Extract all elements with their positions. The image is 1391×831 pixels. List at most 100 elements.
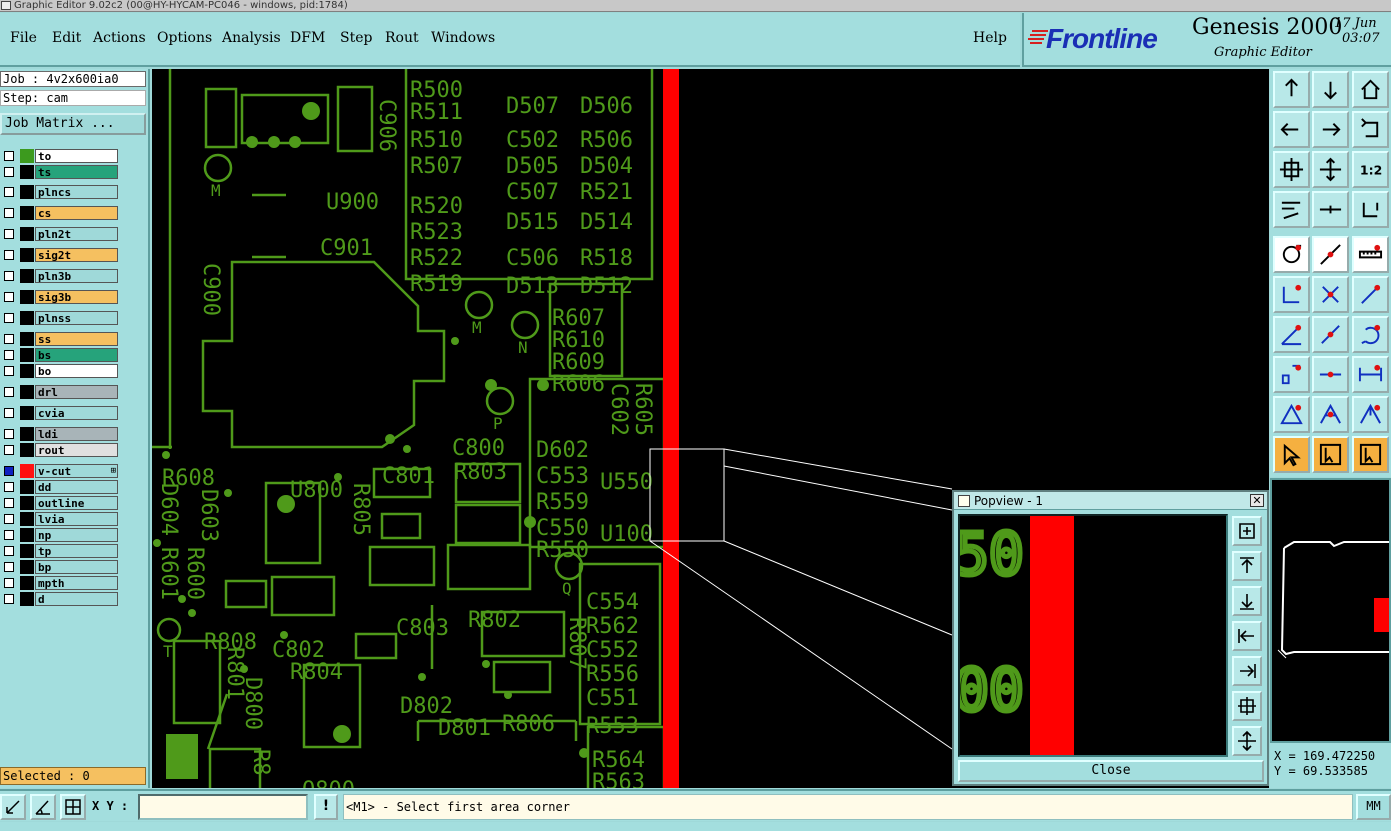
layer-checkbox[interactable] — [4, 187, 14, 197]
layer-row-mpth[interactable]: mpth — [2, 576, 118, 590]
layer-checkbox[interactable] — [4, 271, 14, 281]
layer-row-tp[interactable]: tp — [2, 544, 118, 558]
menu-file[interactable]: File — [10, 30, 37, 46]
layer-color-swatch[interactable] — [20, 185, 34, 199]
layer-color-swatch[interactable] — [20, 332, 34, 346]
layer-expand-icon[interactable]: ⊞ — [111, 466, 116, 476]
layer-row-cvia[interactable]: cvia — [2, 406, 118, 420]
layer-color-swatch[interactable] — [20, 227, 34, 241]
layer-checkbox[interactable] — [4, 151, 14, 161]
layer-checkbox[interactable] — [4, 250, 14, 260]
layer-row-drl[interactable]: drl — [2, 385, 118, 399]
layer-name[interactable]: bo — [35, 364, 118, 378]
layer-name[interactable]: dd — [35, 480, 118, 494]
menu-rout[interactable]: Rout — [385, 30, 419, 46]
layer-name[interactable]: mpth — [35, 576, 118, 590]
layer-color-swatch[interactable] — [20, 206, 34, 220]
undo-zoom-button[interactable] — [1352, 111, 1389, 148]
zoom-home-button[interactable] — [1312, 151, 1349, 188]
layer-name[interactable]: plncs — [35, 185, 118, 199]
layer-name[interactable]: bs — [35, 348, 118, 362]
layer-row-v-cut[interactable]: v-cut ⊞ — [2, 464, 118, 478]
menu-actions[interactable]: Actions — [93, 30, 146, 46]
layer-color-swatch[interactable] — [20, 480, 34, 494]
layer-name[interactable]: d — [35, 592, 118, 606]
layer-name[interactable]: outline — [35, 496, 118, 510]
layer-color-swatch[interactable] — [20, 528, 34, 542]
layer-row-bp[interactable]: bp — [2, 560, 118, 574]
pop-pan-down-button[interactable] — [1232, 586, 1262, 616]
layer-name[interactable]: sig3b — [35, 290, 118, 304]
layer-row-to[interactable]: to — [2, 149, 118, 163]
pop-zoom-home-button[interactable] — [1232, 726, 1262, 756]
triangle-corner-button[interactable] — [1352, 396, 1389, 433]
layer-checkbox[interactable] — [4, 334, 14, 344]
layer-name[interactable]: cvia — [35, 406, 118, 420]
snap-mode-button[interactable] — [0, 794, 26, 820]
layer-name[interactable]: ss — [35, 332, 118, 346]
layer-row-outline[interactable]: outline — [2, 496, 118, 510]
draw-line-button[interactable] — [1312, 236, 1349, 273]
layer-color-swatch[interactable] — [20, 269, 34, 283]
layer-row-sig2t[interactable]: sig2t — [2, 248, 118, 262]
layer-row-plncs[interactable]: plncs — [2, 185, 118, 199]
menu-help[interactable]: Help — [973, 30, 1007, 46]
pan-right-button[interactable] — [1312, 111, 1349, 148]
diagonal-line-button[interactable] — [1312, 316, 1349, 353]
window-title-bar[interactable]: Graphic Editor 9.02c2 (00@HY-HYCAM-PC046… — [0, 0, 1391, 12]
layer-name[interactable]: lvia — [35, 512, 118, 526]
xy-coordinate-input[interactable] — [138, 794, 308, 820]
layer-row-ss[interactable]: ss — [2, 332, 118, 346]
layer-checkbox[interactable] — [4, 466, 14, 476]
layer-checkbox[interactable] — [4, 387, 14, 397]
measure-tools-button[interactable] — [1273, 191, 1310, 228]
layer-name[interactable]: bp — [35, 560, 118, 574]
popview-close-button[interactable]: Close — [958, 760, 1264, 782]
layer-row-dd[interactable]: dd — [2, 480, 118, 494]
connect-nodes-button[interactable] — [1273, 276, 1310, 313]
pad-select-button[interactable] — [1273, 236, 1310, 273]
pan-up-button[interactable] — [1273, 71, 1310, 108]
layer-checkbox[interactable] — [4, 594, 14, 604]
layer-color-swatch[interactable] — [20, 464, 34, 478]
layer-row-pln2t[interactable]: pln2t — [2, 227, 118, 241]
layer-name[interactable]: ts — [35, 165, 118, 179]
home-button[interactable] — [1352, 71, 1389, 108]
layer-name[interactable]: np — [35, 528, 118, 542]
layer-name[interactable]: v-cut — [35, 464, 118, 478]
layer-color-swatch[interactable] — [20, 592, 34, 606]
layer-color-swatch[interactable] — [20, 385, 34, 399]
layer-checkbox[interactable] — [4, 229, 14, 239]
layer-row-cs[interactable]: cs — [2, 206, 118, 220]
pop-pan-left-button[interactable] — [1232, 621, 1262, 651]
pop-pan-up-button[interactable] — [1232, 551, 1262, 581]
layer-row-pln3b[interactable]: pln3b — [2, 269, 118, 283]
menu-analysis[interactable]: Analysis — [222, 30, 281, 46]
layer-color-swatch[interactable] — [20, 443, 34, 457]
popview-canvas[interactable]: 50 00 — [958, 514, 1228, 757]
layer-checkbox[interactable] — [4, 562, 14, 572]
layer-name[interactable]: tp — [35, 544, 118, 558]
layer-name[interactable]: pln3b — [35, 269, 118, 283]
layer-checkbox[interactable] — [4, 167, 14, 177]
layer-color-swatch[interactable] — [20, 248, 34, 262]
layer-row-sig3b[interactable]: sig3b — [2, 290, 118, 304]
layer-color-swatch[interactable] — [20, 427, 34, 441]
layer-name[interactable]: pln2t — [35, 227, 118, 241]
layer-row-bo[interactable]: bo — [2, 364, 118, 378]
layer-row-rout[interactable]: rout — [2, 443, 118, 457]
layer-color-swatch[interactable] — [20, 364, 34, 378]
layer-name[interactable]: rout — [35, 443, 118, 457]
layer-name[interactable]: cs — [35, 206, 118, 220]
layer-checkbox[interactable] — [4, 514, 14, 524]
layer-color-swatch[interactable] — [20, 560, 34, 574]
cross-button[interactable] — [1312, 276, 1349, 313]
layer-name[interactable]: drl — [35, 385, 118, 399]
layer-row-ldi[interactable]: ldi — [2, 427, 118, 441]
layer-name[interactable]: ldi — [35, 427, 118, 441]
layer-row-ts[interactable]: ts — [2, 165, 118, 179]
layer-row-np[interactable]: np — [2, 528, 118, 542]
select-box-arrow-button[interactable] — [1312, 436, 1349, 473]
execute-button[interactable]: ! — [314, 794, 338, 820]
layer-checkbox[interactable] — [4, 498, 14, 508]
